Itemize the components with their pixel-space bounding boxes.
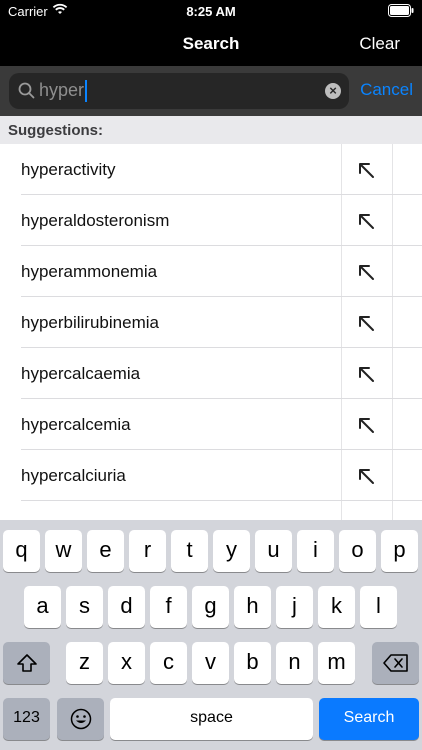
search-query-text: hyper bbox=[39, 80, 88, 103]
key-u[interactable]: u bbox=[255, 530, 292, 572]
search-bar: hyper × Cancel bbox=[0, 66, 422, 116]
keyboard: q w e r t y u i o p a s d f g h j k l z … bbox=[0, 520, 422, 750]
suggestion-label: hyperammonemia bbox=[21, 262, 158, 281]
key-l[interactable]: l bbox=[360, 586, 397, 628]
arrow-up-left-icon bbox=[359, 316, 374, 331]
key-n[interactable]: n bbox=[276, 642, 313, 684]
suggestions-list: hyperactivity hyperaldosteronism hyperam… bbox=[0, 144, 422, 520]
delete-key[interactable] bbox=[372, 642, 419, 684]
suggestions-header-label: Suggestions: bbox=[8, 122, 104, 139]
list-item[interactable] bbox=[0, 501, 422, 520]
key-x[interactable]: x bbox=[108, 642, 145, 684]
key-i[interactable]: i bbox=[297, 530, 334, 572]
suggestion-label: hyperaldosteronism bbox=[21, 211, 170, 230]
key-v[interactable]: v bbox=[192, 642, 229, 684]
suggestion-label: hypercalcaemia bbox=[21, 364, 141, 383]
key-a[interactable]: a bbox=[24, 586, 61, 628]
key-w[interactable]: w bbox=[45, 530, 82, 572]
key-p[interactable]: p bbox=[381, 530, 418, 572]
fill-query-button[interactable] bbox=[341, 450, 393, 501]
fill-query-button[interactable] bbox=[341, 501, 393, 520]
arrow-up-left-icon bbox=[359, 367, 374, 382]
arrow-up-left-icon bbox=[359, 265, 374, 280]
list-item[interactable]: hypercalciuria bbox=[0, 450, 422, 501]
clock-time: 8:25 AM bbox=[186, 4, 236, 19]
search-icon bbox=[18, 82, 35, 104]
key-y[interactable]: y bbox=[213, 530, 250, 572]
list-item[interactable]: hyperaldosteronism bbox=[0, 195, 422, 246]
list-item[interactable]: hyperactivity bbox=[0, 144, 422, 195]
suggestions-header: Suggestions: bbox=[0, 116, 422, 144]
key-s[interactable]: s bbox=[66, 586, 103, 628]
list-item[interactable]: hyperammonemia bbox=[0, 246, 422, 297]
arrow-up-left-icon bbox=[359, 163, 374, 178]
numbers-key[interactable]: 123 bbox=[3, 698, 50, 740]
key-t[interactable]: t bbox=[171, 530, 208, 572]
suggestion-label: hypercalciuria bbox=[21, 466, 126, 485]
shift-key[interactable] bbox=[3, 642, 50, 684]
list-item[interactable]: hypercalcemia bbox=[0, 399, 422, 450]
key-j[interactable]: j bbox=[276, 586, 313, 628]
key-o[interactable]: o bbox=[339, 530, 376, 572]
fill-query-button[interactable] bbox=[341, 195, 393, 246]
key-d[interactable]: d bbox=[108, 586, 145, 628]
search-query-value: hyper bbox=[39, 80, 85, 100]
key-k[interactable]: k bbox=[318, 586, 355, 628]
suggestion-label: hypercalcemia bbox=[21, 415, 131, 434]
key-c[interactable]: c bbox=[150, 642, 187, 684]
key-b[interactable]: b bbox=[234, 642, 271, 684]
fill-query-button[interactable] bbox=[341, 246, 393, 297]
key-f[interactable]: f bbox=[150, 586, 187, 628]
search-key[interactable]: Search bbox=[319, 698, 419, 740]
arrow-up-left-icon bbox=[359, 214, 374, 229]
key-m[interactable]: m bbox=[318, 642, 355, 684]
key-z[interactable]: z bbox=[66, 642, 103, 684]
arrow-up-left-icon bbox=[359, 418, 374, 433]
shift-icon bbox=[16, 654, 37, 672]
key-r[interactable]: r bbox=[129, 530, 166, 572]
navigation-bar: Search Clear bbox=[0, 22, 422, 66]
delete-backspace-icon bbox=[382, 654, 408, 672]
text-caret bbox=[85, 80, 88, 103]
key-h[interactable]: h bbox=[234, 586, 271, 628]
key-g[interactable]: g bbox=[192, 586, 229, 628]
clear-text-icon[interactable]: × bbox=[325, 83, 341, 99]
list-item[interactable]: hypercalcaemia bbox=[0, 348, 422, 399]
key-q[interactable]: q bbox=[3, 530, 40, 572]
battery-icon bbox=[388, 4, 414, 20]
list-item[interactable]: hyperbilirubinemia bbox=[0, 297, 422, 348]
search-input[interactable]: hyper × bbox=[9, 73, 349, 109]
fill-query-button[interactable] bbox=[341, 399, 393, 450]
space-key[interactable]: space bbox=[110, 698, 313, 740]
suggestion-label: hyperbilirubinemia bbox=[21, 313, 159, 332]
emoji-key[interactable] bbox=[57, 698, 104, 740]
emoji-icon bbox=[70, 708, 91, 730]
suggestion-label: hyperactivity bbox=[21, 160, 116, 179]
key-e[interactable]: e bbox=[87, 530, 124, 572]
fill-query-button[interactable] bbox=[341, 144, 393, 195]
fill-query-button[interactable] bbox=[341, 297, 393, 348]
arrow-up-left-icon bbox=[359, 469, 374, 484]
cancel-button[interactable]: Cancel bbox=[360, 80, 413, 100]
fill-query-button[interactable] bbox=[341, 348, 393, 399]
clear-button[interactable]: Clear bbox=[359, 34, 400, 54]
status-bar: Carrier 8:25 AM bbox=[0, 0, 422, 22]
